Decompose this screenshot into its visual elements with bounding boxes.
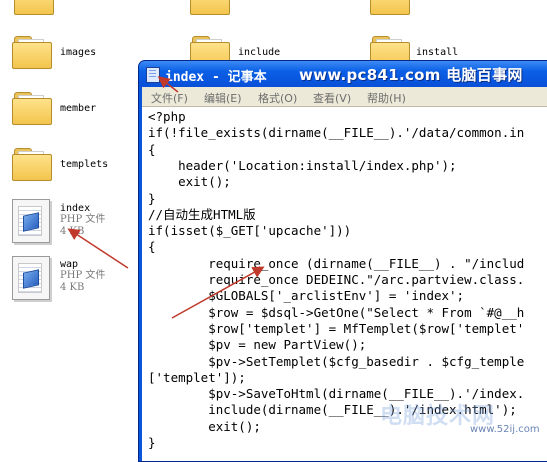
arrow-to-code — [171, 266, 265, 319]
annotation-arrows — [67, 76, 265, 319]
arrow-to-title-icon — [157, 76, 179, 93]
arrow-to-index-file — [67, 228, 129, 269]
